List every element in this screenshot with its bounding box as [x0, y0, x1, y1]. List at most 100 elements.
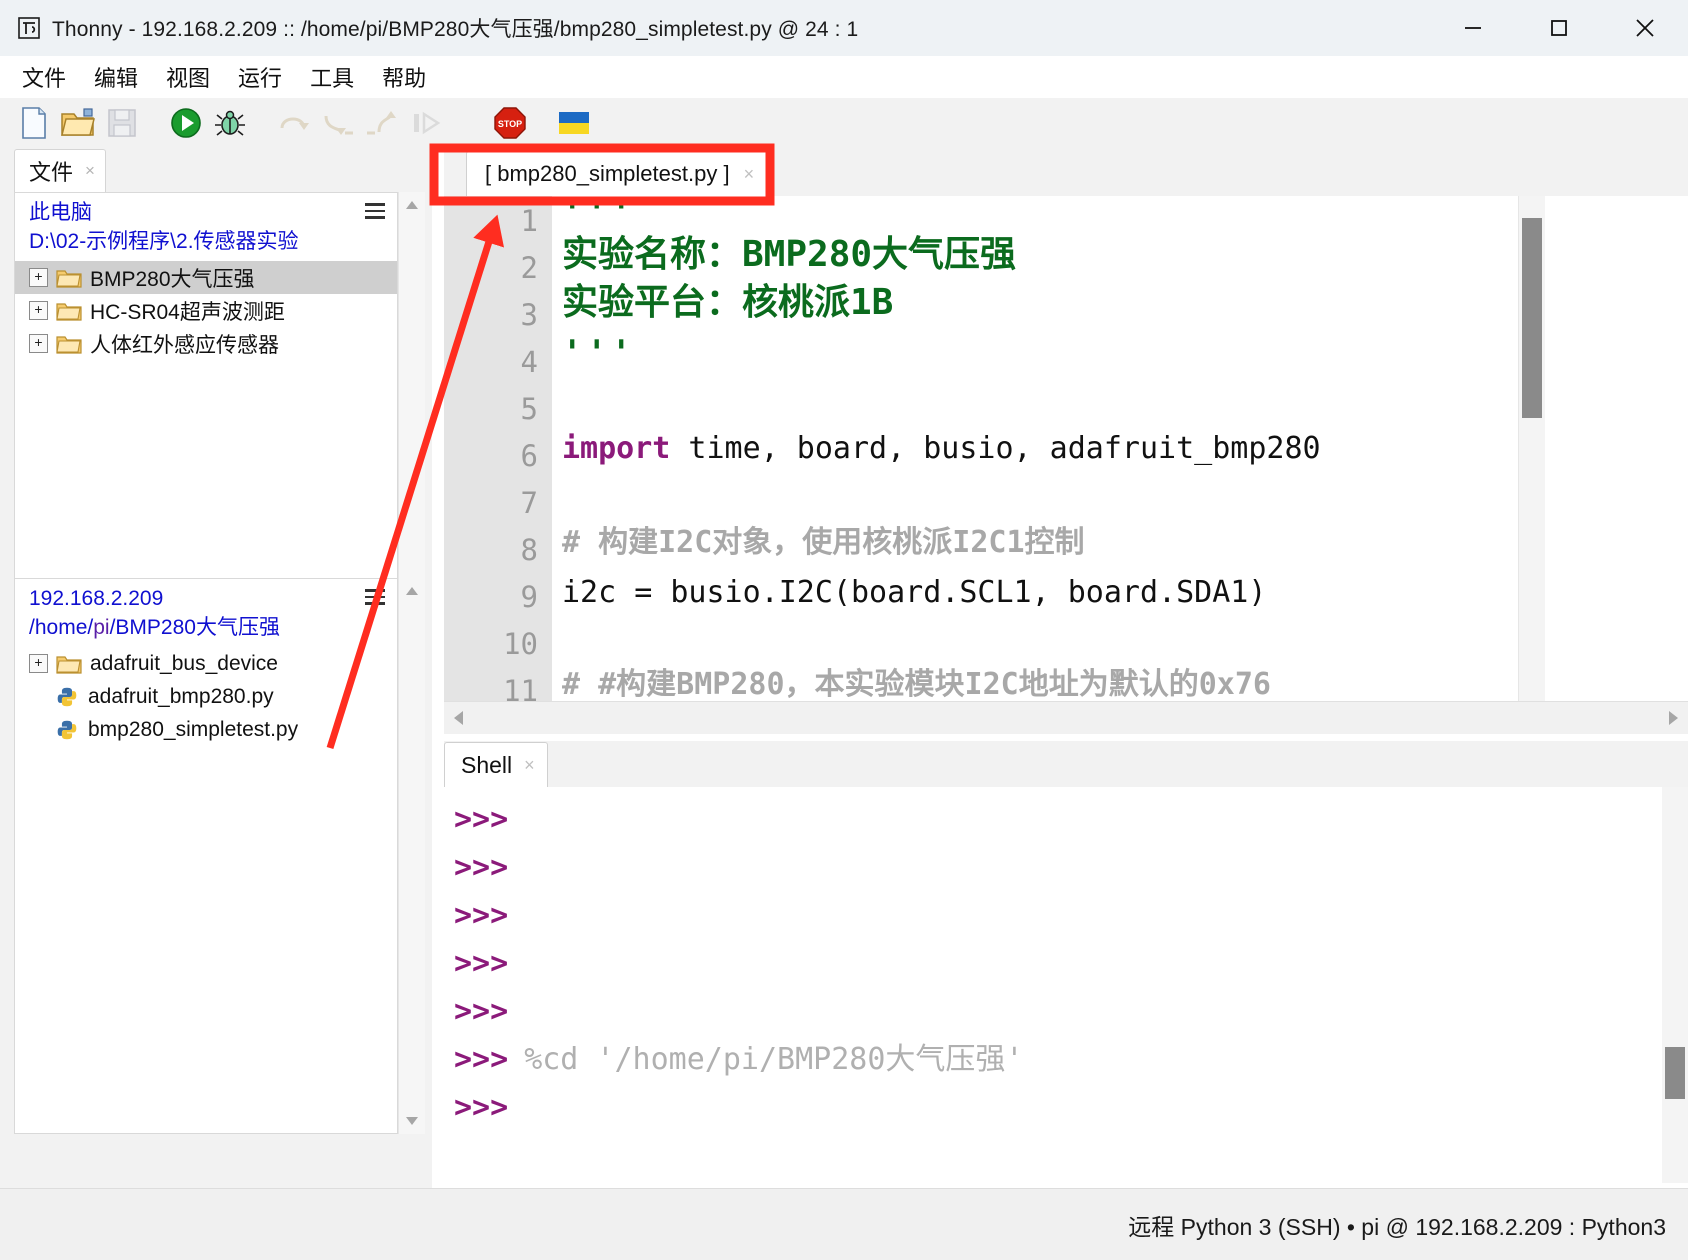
step-into-icon [316, 101, 360, 145]
shell-line: >>> %cd '/home/pi/BMP280大气压强' [454, 1045, 1023, 1075]
scroll-down-icon[interactable] [399, 1108, 425, 1134]
step-out-icon [360, 101, 404, 145]
menu-item-run[interactable]: 运行 [224, 61, 296, 93]
close-button[interactable] [1602, 0, 1688, 56]
scrollbar-thumb[interactable] [1665, 1047, 1685, 1099]
line-number-gutter: 1 2 3 4 5 6 7 8 9 10 11 [444, 196, 552, 701]
shell-prompt: >>> [454, 946, 509, 981]
tab-files-label: 文件 [29, 160, 74, 185]
menu-hamburger-icon[interactable] [365, 589, 385, 609]
window-title-bar: Thonny - 192.168.2.209 :: /home/pi/BMP28… [0, 0, 1688, 57]
list-item[interactable]: + BMP280大气压强 [15, 261, 397, 294]
editor-horizontal-scrollbar[interactable] [444, 701, 1688, 734]
expander-icon[interactable]: + [29, 301, 48, 320]
shell-line: >>> [454, 853, 508, 883]
scrollbar-thumb[interactable] [1522, 218, 1542, 418]
list-item-label: bmp280_simpletest.py [88, 717, 299, 741]
code-line: # 构建I2C对象，使用核桃派I2C1控制 [562, 525, 1085, 560]
shell-line: >>> [454, 1093, 508, 1123]
line-number: 10 [503, 627, 538, 661]
menu-hamburger-icon[interactable] [365, 203, 385, 223]
remote-file-tree: 192.168.2.209 /home/pi/BMP280大气压强 + adaf… [14, 578, 398, 1134]
scroll-up-icon[interactable] [399, 192, 425, 218]
code-line: 实验平台：核桃派1B [562, 282, 894, 323]
code-line: import time, board, busio, adafruit_bmp2… [562, 434, 1321, 464]
code-line: i2c = busio.I2C(board.SCL1, board.SDA1) [562, 575, 1267, 610]
editor-vertical-scrollbar[interactable] [1518, 196, 1545, 701]
list-item[interactable]: + 人体红外感应传感器 [15, 327, 397, 360]
list-item-label: HC-SR04超声波测距 [90, 300, 285, 324]
expander-icon[interactable]: + [29, 334, 48, 353]
remote-tree-host: 192.168.2.209 [29, 587, 164, 610]
remote-tree-scrollbar[interactable] [398, 578, 425, 1134]
expander-icon[interactable]: + [29, 654, 48, 673]
files-panel: 文件 × 此电脑 D:\02-示例程序\2.传感器实验 + BMP280大气压强… [0, 148, 432, 1188]
close-icon[interactable]: × [744, 164, 755, 185]
new-file-icon[interactable] [12, 101, 56, 145]
shell-prompt: >>> [454, 850, 509, 885]
line-number: 3 [520, 298, 538, 332]
shell-line: >>> [454, 949, 508, 979]
interpreter-status: 远程 Python 3 (SSH) • pi @ 192.168.2.209 :… [1128, 1213, 1666, 1240]
scroll-up-icon[interactable] [399, 578, 425, 604]
local-tree-items: + BMP280大气压强 + HC-SR04超声波测距 + 人体红外感应传感器 [15, 261, 397, 360]
code-keyword: import [562, 431, 671, 466]
close-icon[interactable]: × [524, 755, 535, 776]
stop-icon[interactable]: STOP [488, 101, 532, 145]
editor-tab-label: [ bmp280_simpletest.py ] [485, 161, 730, 186]
list-item[interactable]: + adafruit_bus_device [15, 647, 397, 680]
line-number: 9 [520, 580, 538, 614]
shell-tab-label: Shell [461, 751, 513, 778]
scroll-left-icon[interactable] [444, 703, 474, 733]
line-number: 11 [503, 674, 538, 701]
list-item[interactable]: + HC-SR04超声波测距 [15, 294, 397, 327]
menu-item-file[interactable]: 文件 [8, 61, 80, 93]
list-item-label: 人体红外感应传感器 [90, 333, 279, 357]
files-tab-bar: 文件 × [0, 148, 432, 192]
open-file-icon[interactable] [56, 101, 100, 145]
local-tree-scrollbar[interactable] [398, 192, 425, 612]
local-tree-header: 此电脑 D:\02-示例程序\2.传感器实验 [15, 193, 397, 261]
shell-line: >>> [454, 997, 508, 1027]
minimize-button[interactable] [1430, 0, 1516, 56]
shell-prompt: >>> [454, 898, 509, 933]
local-tree-path: D:\02-示例程序\2.传感器实验 [29, 230, 299, 253]
code-line: # #构建BMP280，本实验模块I2C地址为默认的0x76 [562, 667, 1271, 701]
list-item[interactable]: adafruit_bmp280.py [15, 680, 397, 713]
expander-icon[interactable]: + [29, 268, 48, 287]
editor-tab-bar: [ bmp280_simpletest.py ] × [444, 148, 1688, 196]
tab-files[interactable]: 文件 × [14, 149, 106, 192]
line-number: 4 [520, 345, 538, 379]
list-item[interactable]: bmp280_simpletest.py [15, 713, 397, 746]
menu-item-view[interactable]: 视图 [152, 61, 224, 93]
menu-item-help[interactable]: 帮助 [368, 61, 440, 93]
shell-vertical-scrollbar[interactable] [1662, 787, 1688, 1183]
shell-line: >>> [454, 901, 508, 931]
tab-shell[interactable]: Shell × [444, 742, 548, 787]
scroll-right-icon[interactable] [1658, 703, 1688, 733]
debug-icon[interactable] [208, 101, 252, 145]
expander-placeholder [29, 688, 46, 705]
list-item-label: adafruit_bmp280.py [88, 684, 274, 708]
code-line: ''' [562, 196, 636, 233]
status-bar: 远程 Python 3 (SSH) • pi @ 192.168.2.209 :… [0, 1188, 1688, 1260]
flag-icon[interactable] [552, 101, 596, 145]
list-item-label: adafruit_bus_device [90, 651, 278, 675]
menu-item-tools[interactable]: 工具 [296, 61, 368, 93]
remote-tree-path: /home/pi/BMP280大气压强 [29, 616, 280, 639]
maximize-button[interactable] [1516, 0, 1602, 56]
close-icon[interactable]: × [85, 161, 95, 181]
menu-item-edit[interactable]: 编辑 [80, 61, 152, 93]
run-icon[interactable] [164, 101, 208, 145]
line-number: 5 [520, 392, 538, 426]
expander-placeholder [29, 721, 46, 738]
line-number: 2 [520, 251, 538, 285]
folder-icon [56, 653, 82, 675]
code-editor[interactable]: 1 2 3 4 5 6 7 8 9 10 11 ''' 实验名称：BMP280大… [444, 196, 1688, 701]
tab-bmp280-simpletest[interactable]: [ bmp280_simpletest.py ] × [466, 151, 768, 196]
resume-icon [404, 101, 448, 145]
line-number: 7 [520, 486, 538, 520]
code-line: 实验名称：BMP280大气压强 [562, 234, 1017, 275]
shell-console[interactable]: >>> >>> >>> >>> >>> >>> %cd '/home/pi/BMP… [444, 787, 1688, 1183]
code-line: ''' [562, 333, 636, 373]
